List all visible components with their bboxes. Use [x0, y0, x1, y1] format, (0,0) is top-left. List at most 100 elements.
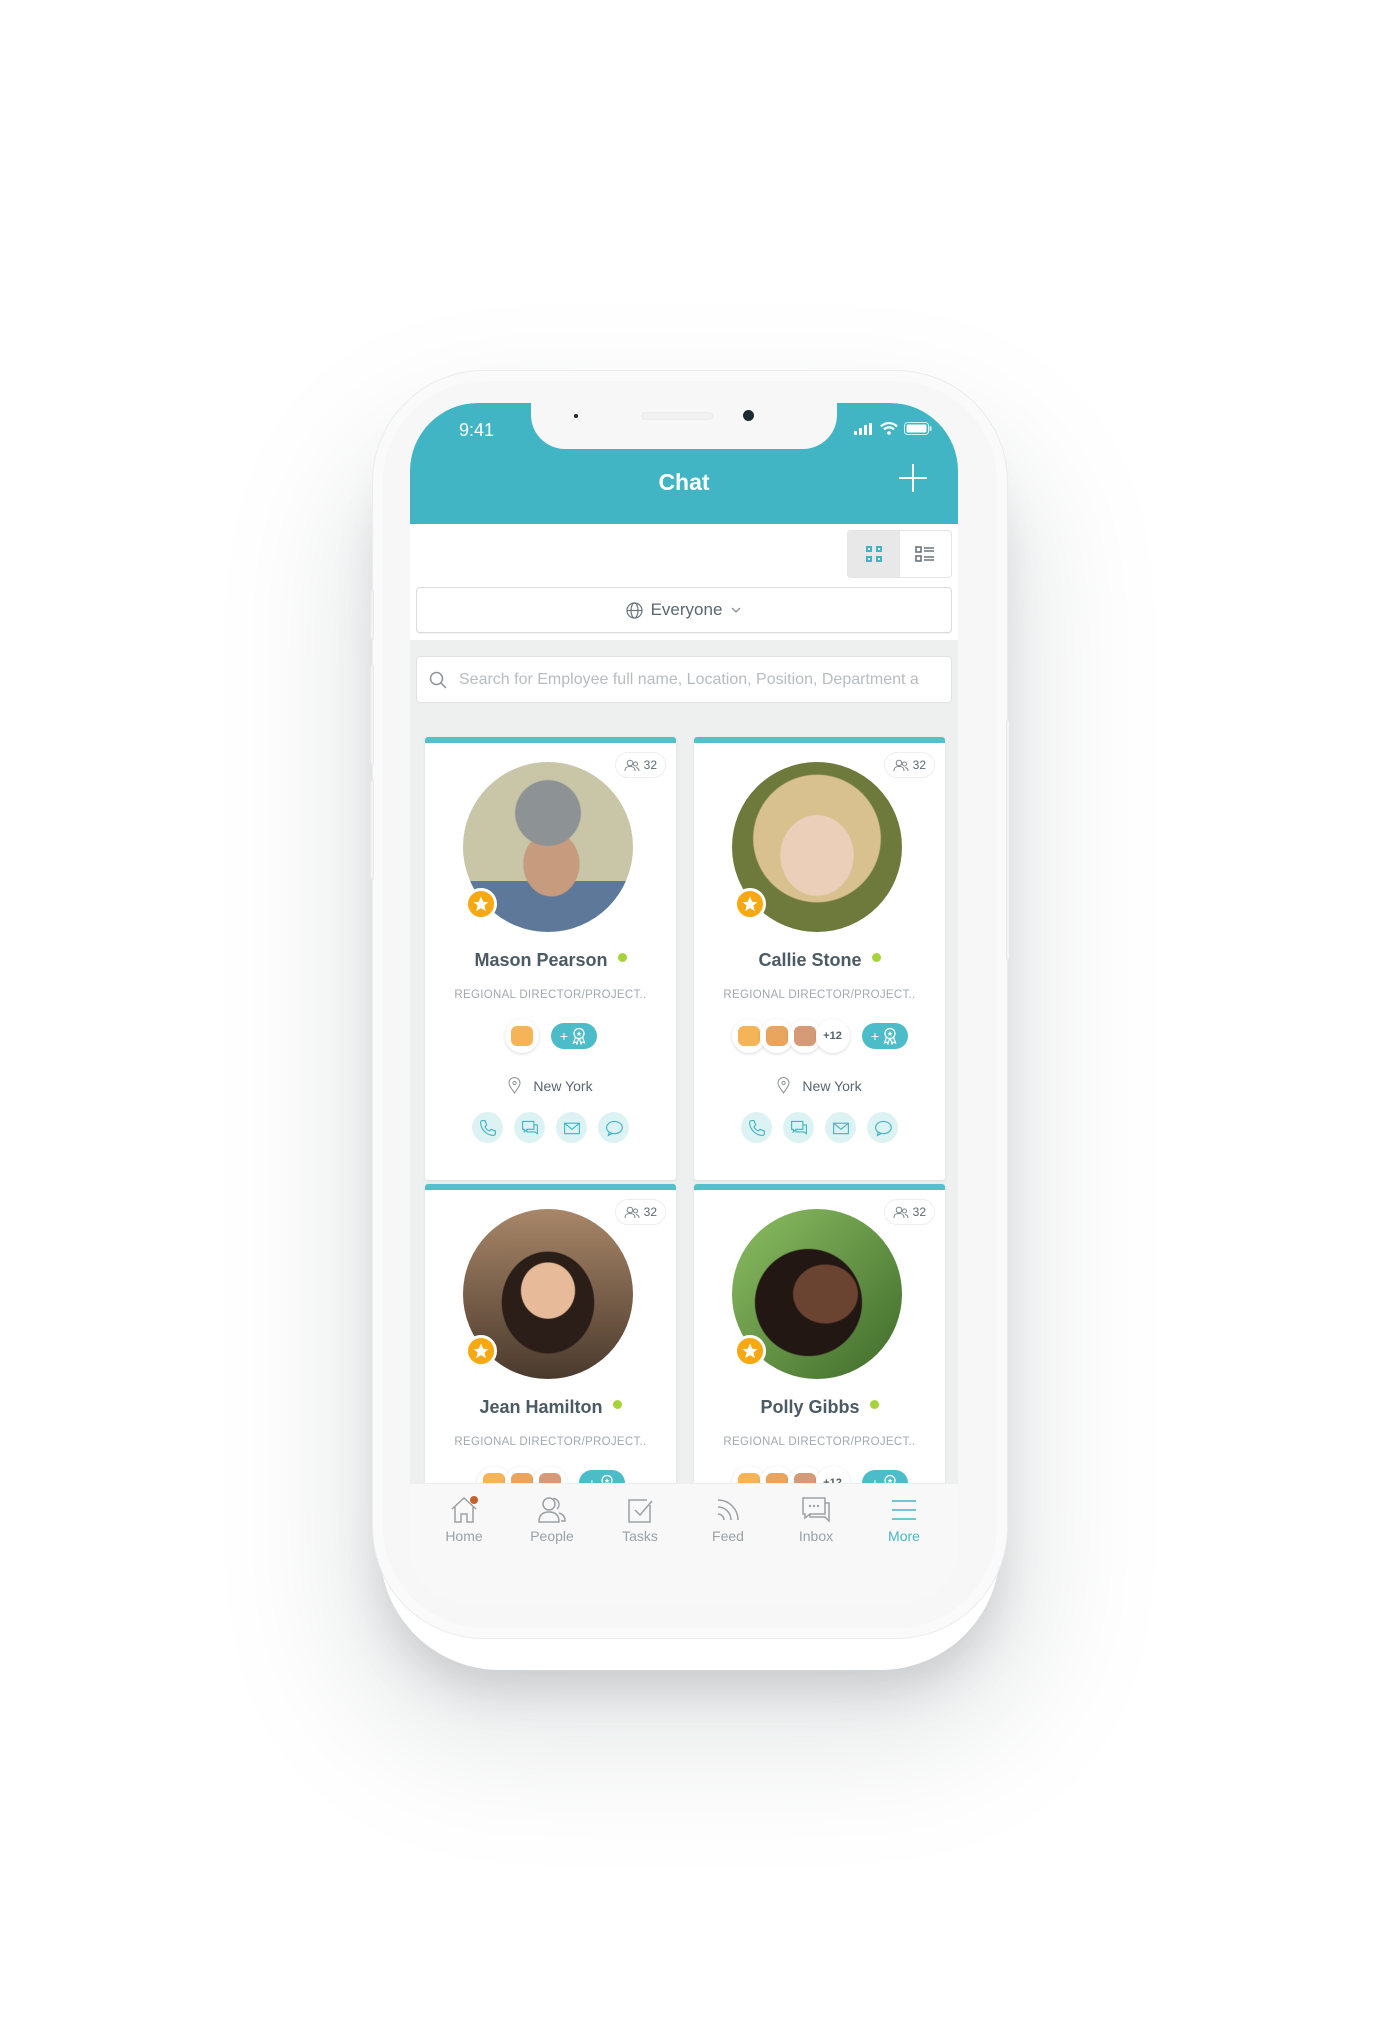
- favorite-star[interactable]: [734, 1335, 766, 1367]
- tab-inbox[interactable]: Inbox: [776, 1494, 856, 1544]
- phone-button[interactable]: [472, 1112, 503, 1143]
- view-toggle: [847, 530, 952, 578]
- employee-card[interactable]: 32 Callie Stone REGIONAL DIRECTOR/PROJEC…: [694, 737, 945, 1180]
- location-pin-icon: [777, 1077, 790, 1094]
- tab-more[interactable]: More: [864, 1494, 944, 1544]
- emoji-face-badge[interactable]: [504, 1019, 539, 1053]
- bottom-tab-bar: Home People Tasks Feed Inbox More: [410, 1483, 958, 1603]
- chat-bubbles-button[interactable]: [514, 1112, 545, 1143]
- name-row: Polly Gibbs: [694, 1397, 945, 1418]
- tab-label: People: [530, 1528, 574, 1544]
- card-accent-bar: [694, 1184, 945, 1190]
- employee-name[interactable]: Callie Stone: [758, 950, 861, 971]
- tab-home[interactable]: Home: [424, 1494, 504, 1544]
- more-badges[interactable]: +12: [815, 1019, 850, 1053]
- favorite-star[interactable]: [734, 888, 766, 920]
- app-screen: 9:41 Chat Everyone Search for Employee f…: [410, 403, 958, 1603]
- tab-tasks[interactable]: Tasks: [600, 1494, 680, 1544]
- connections-value: 32: [912, 758, 926, 772]
- app-header: 9:41 Chat: [410, 403, 958, 524]
- connections-count: 32: [614, 1199, 666, 1225]
- phone-icon: [479, 1119, 496, 1136]
- employee-position: REGIONAL DIRECTOR/PROJECT..: [454, 989, 647, 1001]
- tab-label: Feed: [712, 1528, 744, 1544]
- phone-side-button: [370, 590, 374, 640]
- status-icons: [854, 422, 932, 435]
- page-title: Chat: [658, 469, 710, 495]
- employee-search[interactable]: [416, 656, 952, 703]
- audience-selected: Everyone: [650, 600, 723, 619]
- card-accent-bar: [694, 737, 945, 743]
- give-award-button[interactable]: +: [861, 1023, 908, 1049]
- message-button[interactable]: [598, 1112, 629, 1143]
- connections-count: 32: [883, 752, 935, 778]
- tab-label: More: [888, 1528, 920, 1544]
- battery-icon: [904, 422, 932, 435]
- tab-people[interactable]: People: [512, 1494, 592, 1544]
- chat-bubbles-icon: [790, 1120, 807, 1135]
- card-accent-bar: [425, 737, 676, 743]
- badges-row: +12 +: [694, 1019, 945, 1053]
- employee-location: New York: [802, 1077, 862, 1094]
- badges-row: +: [425, 1019, 676, 1053]
- award-ribbon-icon: [572, 1027, 586, 1045]
- online-status-dot: [617, 953, 627, 962]
- front-camera: [743, 410, 754, 421]
- phone-volume-up: [370, 665, 374, 765]
- wifi-icon: [880, 422, 898, 435]
- star-icon: [473, 896, 489, 912]
- employee-position: REGIONAL DIRECTOR/PROJECT..: [454, 1436, 647, 1448]
- employee-position: REGIONAL DIRECTOR/PROJECT..: [723, 1436, 916, 1448]
- give-award-button[interactable]: +: [550, 1023, 597, 1049]
- globe-icon: [625, 601, 643, 619]
- employee-location: New York: [533, 1077, 593, 1094]
- message-button[interactable]: [867, 1112, 898, 1143]
- employee-name[interactable]: Polly Gibbs: [760, 1397, 859, 1418]
- notification-dot: [470, 1496, 478, 1504]
- award-ribbon-icon: [883, 1027, 897, 1045]
- device-notch: [531, 403, 837, 449]
- star-icon: [473, 1343, 489, 1359]
- search-input[interactable]: [459, 670, 939, 689]
- audience-dropdown[interactable]: Everyone: [416, 587, 952, 633]
- plus-icon: [899, 464, 927, 492]
- location-pin-icon: [508, 1077, 521, 1094]
- award-plus: +: [870, 1028, 880, 1044]
- online-status-dot: [871, 953, 881, 962]
- list-icon: [915, 546, 935, 562]
- favorite-star[interactable]: [465, 888, 497, 920]
- tasks-icon: [628, 1499, 653, 1523]
- tab-label: Tasks: [622, 1528, 658, 1544]
- employee-name[interactable]: Jean Hamilton: [479, 1397, 602, 1418]
- phone-button[interactable]: [741, 1112, 772, 1143]
- star-icon: [742, 896, 758, 912]
- phone-volume-down: [370, 780, 374, 880]
- people-icon: [538, 1497, 566, 1523]
- add-chat-button[interactable]: [898, 463, 928, 493]
- people-icon: [893, 759, 909, 771]
- tab-feed[interactable]: Feed: [688, 1494, 768, 1544]
- mail-button[interactable]: [556, 1112, 587, 1143]
- name-row: Jean Hamilton: [425, 1397, 676, 1418]
- employee-card[interactable]: 32 Mason Pearson REGIONAL DIRECTOR/PROJE…: [425, 737, 676, 1180]
- tab-label: Inbox: [798, 1528, 834, 1544]
- tab-label: Home: [445, 1528, 483, 1544]
- chat-bubbles-button[interactable]: [783, 1112, 814, 1143]
- inbox-icon: [802, 1497, 830, 1523]
- mail-button[interactable]: [825, 1112, 856, 1143]
- award-plus: +: [559, 1028, 569, 1044]
- contact-actions: [694, 1112, 945, 1143]
- star-icon: [742, 1343, 758, 1359]
- name-row: Mason Pearson: [425, 950, 676, 971]
- grid-view-button[interactable]: [848, 531, 900, 577]
- list-view-button[interactable]: [900, 531, 952, 577]
- phone-icon: [748, 1119, 765, 1136]
- feed-icon: [717, 1499, 739, 1521]
- search-icon: [429, 671, 447, 689]
- favorite-star[interactable]: [465, 1335, 497, 1367]
- sensor-dot: [574, 414, 578, 418]
- contact-actions: [425, 1112, 676, 1143]
- employee-name[interactable]: Mason Pearson: [474, 950, 607, 971]
- chat-bubbles-icon: [521, 1120, 538, 1135]
- location-row: New York: [425, 1077, 676, 1094]
